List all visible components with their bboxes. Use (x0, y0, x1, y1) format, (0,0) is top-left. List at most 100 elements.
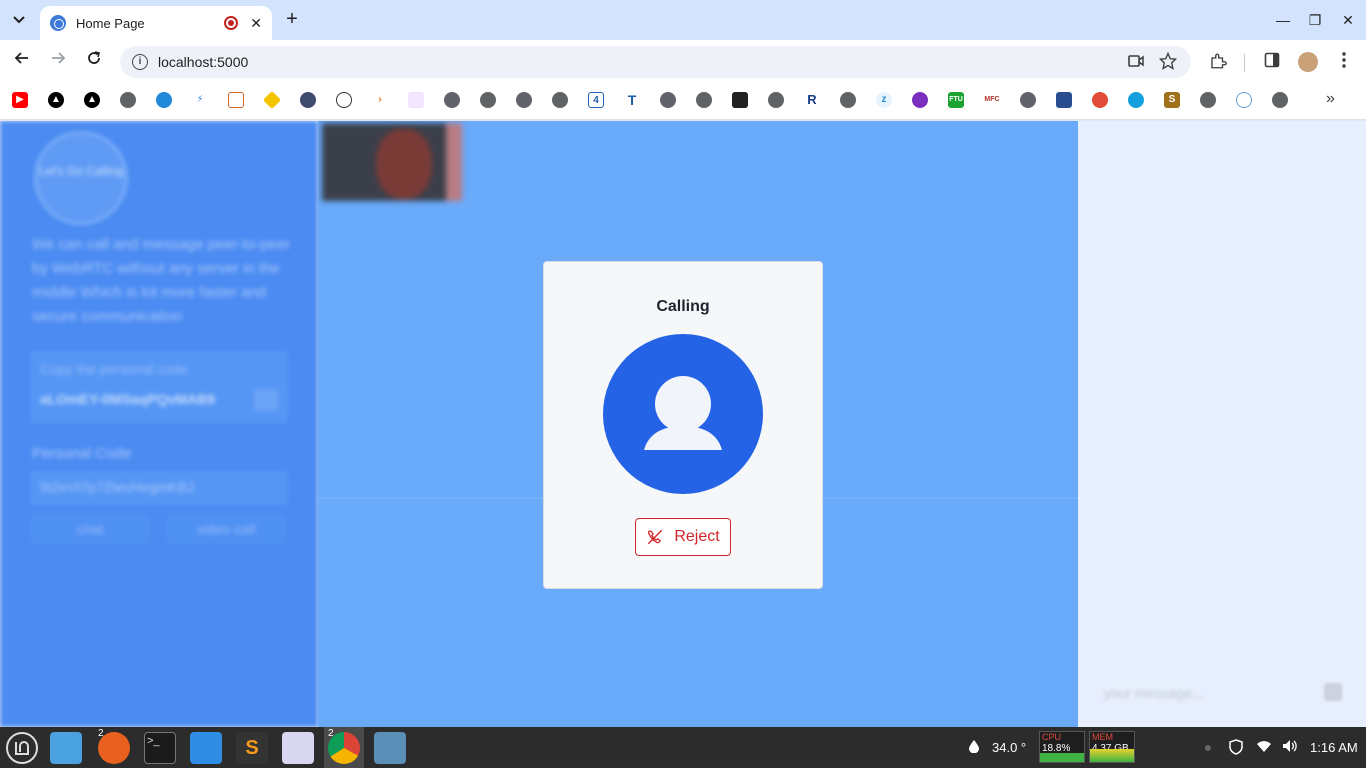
lightning-icon[interactable]: ⚡ (192, 92, 208, 108)
cpu-graph: CPU 18.8% (1039, 731, 1085, 763)
volume-icon[interactable] (1282, 739, 1298, 755)
video-call-button[interactable]: video call (166, 513, 286, 545)
globe-icon[interactable] (840, 92, 856, 108)
user-icon (644, 376, 722, 450)
logo-text: Let's Go Calling (38, 164, 124, 178)
globe-icon[interactable] (1272, 92, 1288, 108)
app-description: We can call and message peer-to-peer by … (32, 236, 291, 325)
ftu-icon[interactable]: FTU (948, 92, 964, 108)
bookmark-icon[interactable] (336, 92, 352, 108)
cpu-label: CPU (1042, 732, 1062, 742)
triangle-icon[interactable]: ▲ (48, 92, 64, 108)
bookmarks-bar: ▶ ▲ ▲ ⚡ › 4 T R z FTU MFC S » (0, 84, 1366, 120)
more-bookmarks-icon[interactable]: » (1326, 90, 1335, 108)
bookmark-icon[interactable] (156, 92, 172, 108)
profile-avatar[interactable] (1298, 52, 1318, 72)
toolbar-separator (1244, 54, 1245, 72)
camera-icon[interactable] (1128, 54, 1144, 72)
wifi-icon[interactable] (1256, 739, 1272, 755)
arrow-left-icon (14, 52, 28, 64)
notes-icon[interactable] (282, 732, 314, 764)
url-text: localhost:5000 (158, 54, 249, 70)
finder-icon[interactable] (190, 732, 222, 764)
globe-icon[interactable] (660, 92, 676, 108)
memory-graph: MEM 4.37 GB (1089, 731, 1135, 763)
globe-icon[interactable] (1200, 92, 1216, 108)
send-icon[interactable] (1324, 683, 1342, 701)
firefox-badge: 2 (98, 728, 104, 739)
diamond-icon[interactable] (262, 90, 282, 110)
shield-icon[interactable] (300, 92, 316, 108)
browser-toolbar: i localhost:5000 (0, 40, 1366, 84)
recording-icon (224, 16, 239, 30)
forward-button[interactable] (46, 50, 70, 74)
new-tab-button[interactable]: + (280, 8, 304, 32)
terminal-icon[interactable]: >_ (144, 732, 176, 764)
bookmark-icon[interactable] (732, 92, 748, 108)
globe-icon[interactable] (768, 92, 784, 108)
extensions-icon[interactable] (1208, 52, 1228, 72)
personal-code-input[interactable]: 5t2eVt7p7ZtecHegmKBJ (30, 471, 288, 505)
tab-close-button[interactable]: ✕ (250, 15, 262, 32)
personal-code-value: aLOmEY-0MSaqPQvMAB9 (40, 391, 216, 407)
reject-label: Reject (674, 528, 720, 545)
back-button[interactable] (10, 50, 34, 74)
t2-icon[interactable]: T (624, 92, 640, 108)
bookmark-icon[interactable] (1092, 92, 1108, 108)
document-icon[interactable] (228, 92, 244, 108)
globe-icon[interactable] (1020, 92, 1036, 108)
globe-icon[interactable] (444, 92, 460, 108)
chrome-badge: 2 (328, 728, 334, 739)
address-bar[interactable]: i localhost:5000 (120, 46, 1191, 78)
personal-code-label: Personal Code (32, 445, 132, 462)
r-icon[interactable]: R (804, 92, 820, 108)
personal-code-box: Copy the personal code aLOmEY-0MSaqPQvMA… (30, 351, 288, 423)
droplet-icon (966, 739, 982, 755)
minimize-button[interactable]: — (1268, 8, 1298, 32)
four-icon[interactable]: 4 (588, 92, 604, 108)
bookmark-icon[interactable] (1128, 92, 1144, 108)
sublime-icon[interactable]: S (236, 732, 268, 764)
dialog-title: Calling (656, 298, 710, 315)
globe-icon[interactable] (552, 92, 568, 108)
youtube-icon[interactable]: ▶ (12, 92, 28, 108)
start-menu-icon[interactable] (6, 732, 38, 764)
globe-icon[interactable] (480, 92, 496, 108)
notification-icon[interactable]: ● (1200, 739, 1216, 755)
clock[interactable]: 1:16 AM (1310, 740, 1358, 755)
sync-icon[interactable] (1236, 92, 1252, 108)
screenshot-icon[interactable] (374, 732, 406, 764)
close-window-button[interactable]: ✕ (1333, 8, 1363, 32)
z-icon[interactable]: z (876, 92, 892, 108)
bookmark-icon[interactable] (408, 92, 424, 108)
mfc-icon[interactable]: MFC (984, 92, 1000, 108)
side-panel-icon[interactable] (1262, 52, 1282, 72)
reload-icon (88, 51, 100, 64)
reject-button[interactable]: Reject (635, 518, 731, 556)
chat-button[interactable]: chat (30, 513, 150, 545)
menu-icon[interactable] (1334, 52, 1354, 72)
bookmark-icon[interactable] (912, 92, 928, 108)
triangle-icon[interactable]: ▲ (84, 92, 100, 108)
stack-icon[interactable] (1056, 92, 1072, 108)
copy-icon[interactable] (254, 389, 278, 411)
site-info-icon[interactable]: i (132, 54, 148, 70)
s-icon[interactable]: S (1164, 92, 1180, 108)
globe-icon[interactable] (696, 92, 712, 108)
files-icon[interactable] (50, 732, 82, 764)
globe-icon[interactable] (516, 92, 532, 108)
code-icon[interactable]: › (372, 92, 388, 108)
globe-icon[interactable] (120, 92, 136, 108)
shield-icon[interactable] (1228, 739, 1244, 755)
tab-search-button[interactable] (6, 8, 32, 32)
mem-label: MEM (1092, 732, 1113, 742)
arrow-right-icon (52, 52, 66, 64)
restore-button[interactable]: ❐ (1300, 8, 1330, 32)
browser-tab[interactable]: Home Page ✕ (40, 6, 272, 40)
chat-message-input[interactable]: your message... (1094, 677, 1318, 709)
star-icon[interactable] (1158, 51, 1178, 72)
sidebar: Let's Go Calling We can call and message… (0, 121, 318, 727)
cpu-usage-fill (1040, 753, 1084, 762)
app-logo: Let's Go Calling (34, 131, 128, 225)
reload-button[interactable] (82, 50, 106, 74)
